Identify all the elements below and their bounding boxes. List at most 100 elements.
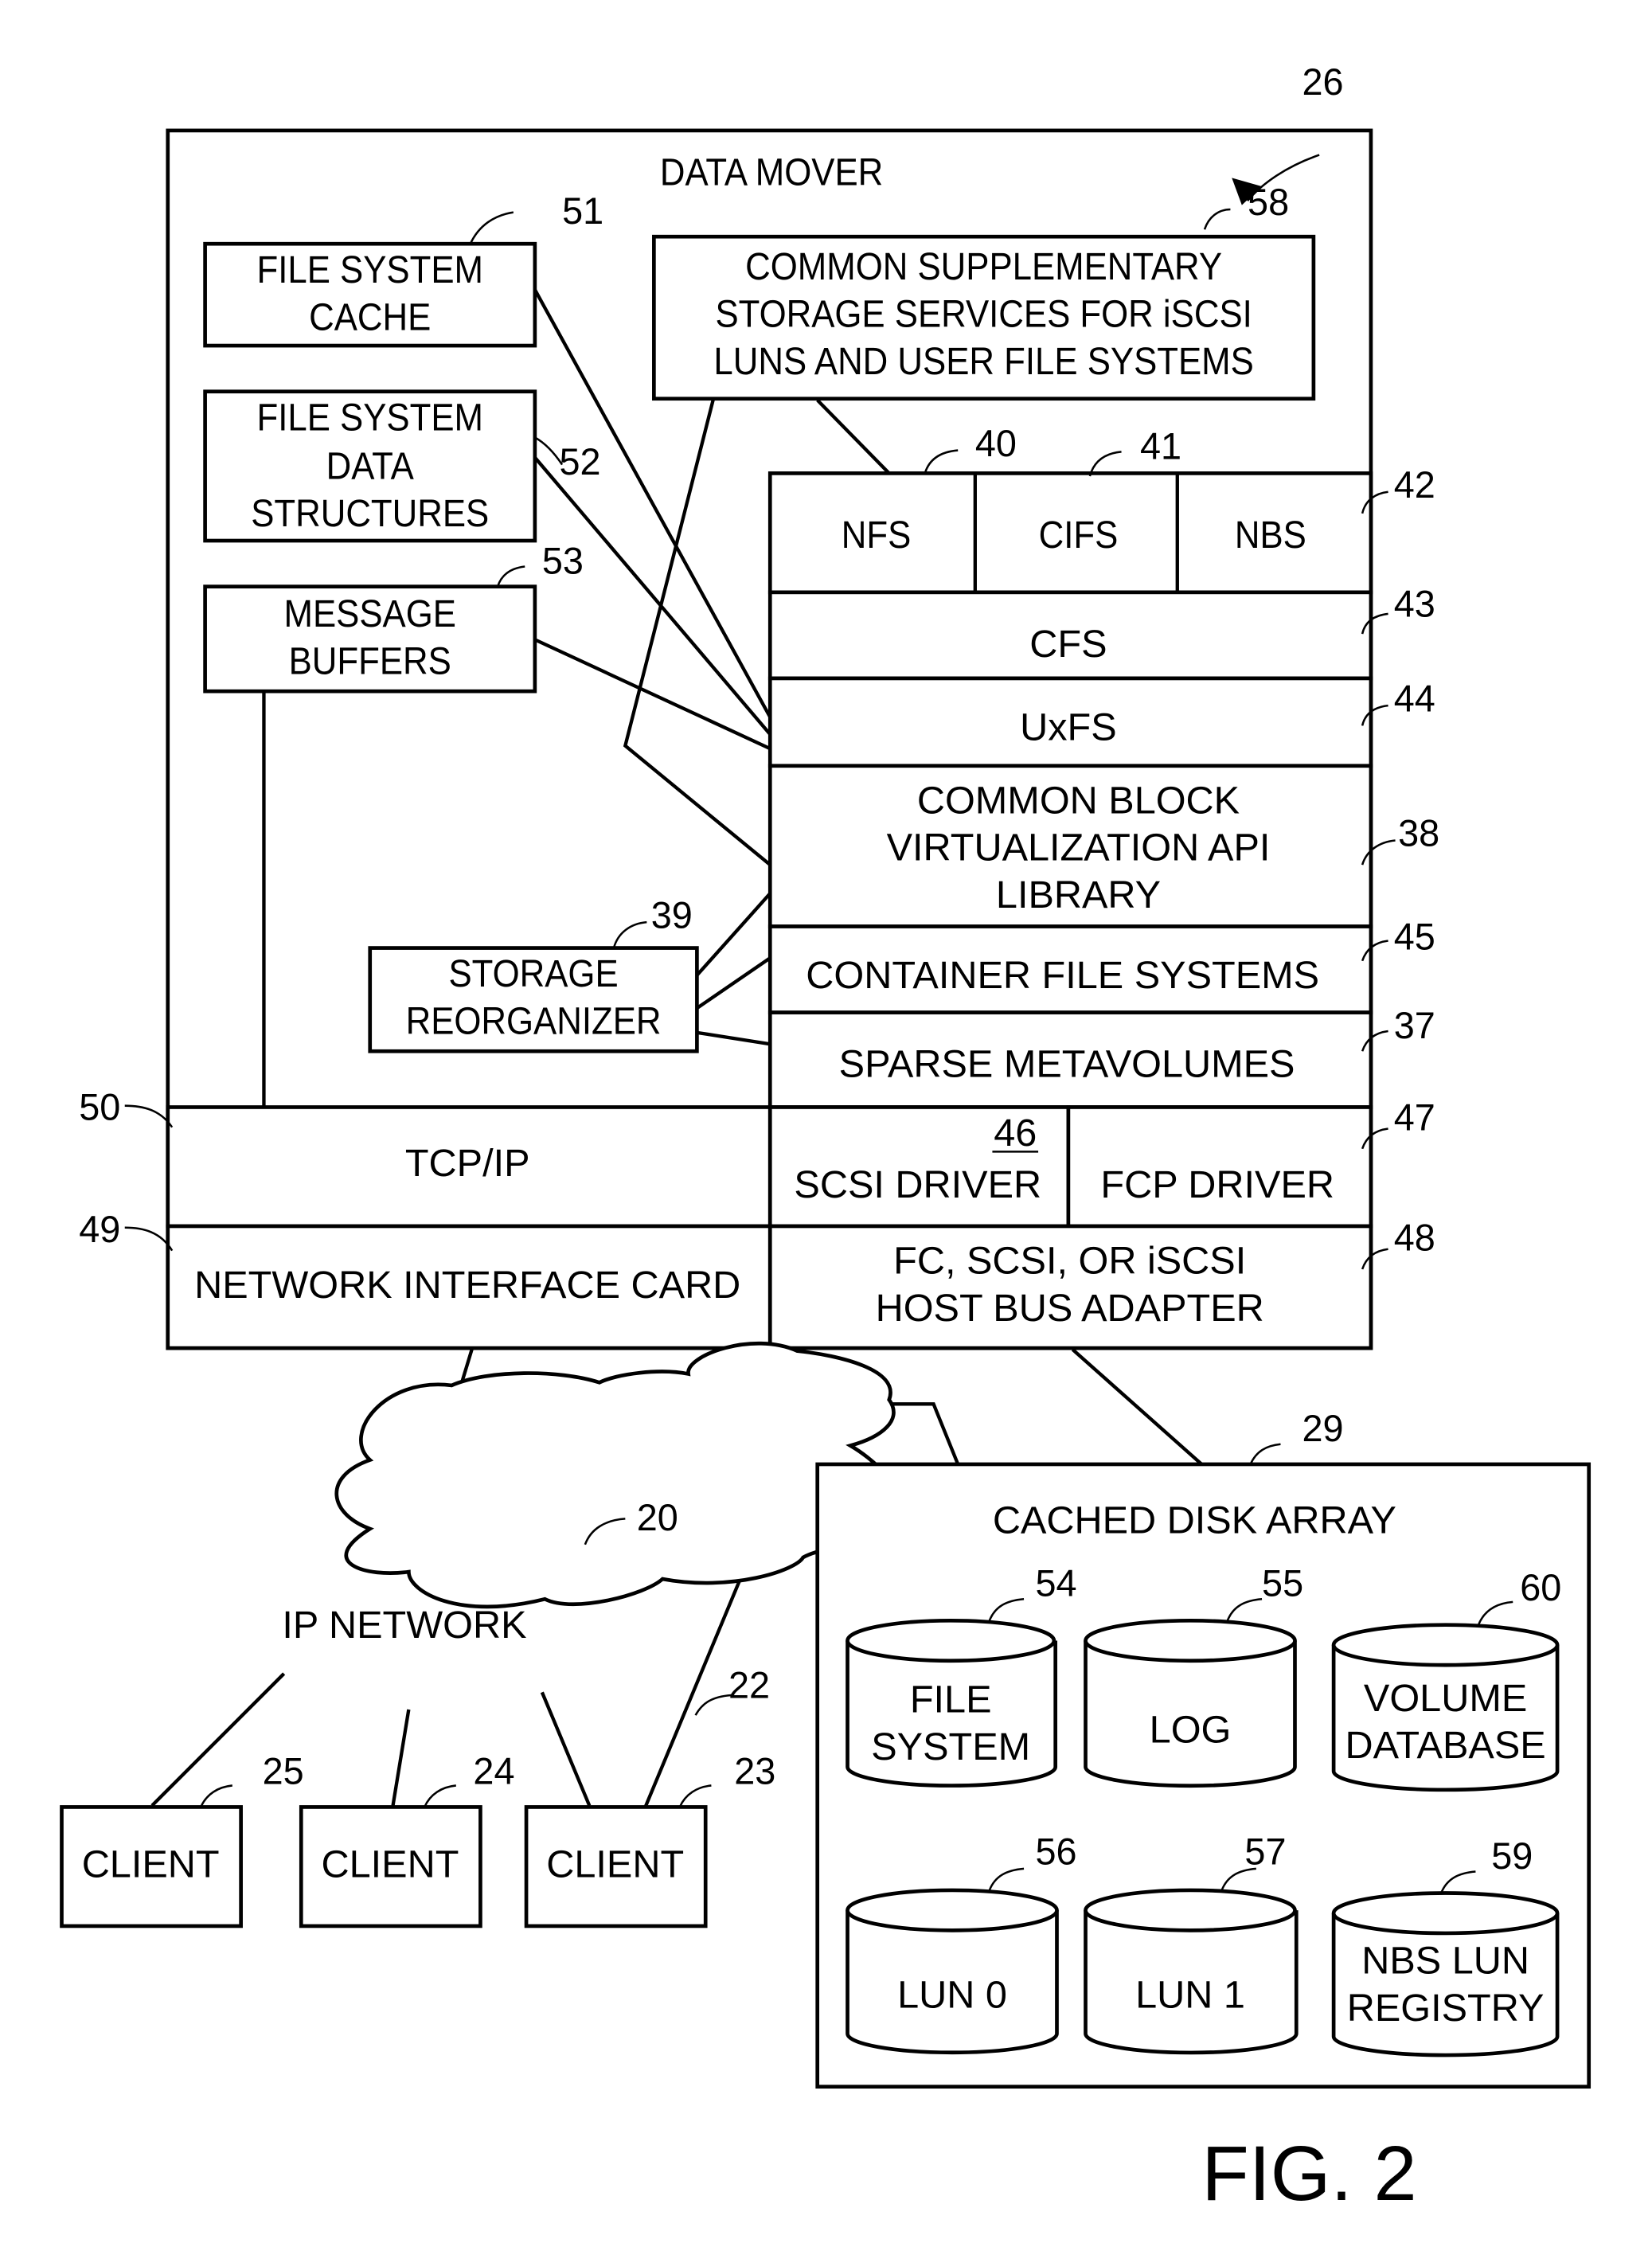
ref-56: 56: [1035, 1831, 1076, 1872]
ref-23: 23: [734, 1751, 775, 1792]
link-network-client23: [540, 1691, 592, 1807]
protocol-stack: NFS CIFS NBS 40 41 42 CFS 43 UxFS 44 COM…: [767, 423, 1439, 1109]
ref-50-leader: [124, 1104, 174, 1128]
ip-network: IP NETWORK 20: [282, 1341, 899, 1647]
ref-49: 49: [79, 1209, 120, 1250]
ref-26: 26: [1302, 61, 1343, 103]
ref-46: 46: [994, 1112, 1037, 1155]
uxfs-label: UxFS: [1020, 705, 1117, 748]
ref-59: 59: [1491, 1835, 1533, 1877]
tcpip-label: TCP/IP: [405, 1142, 530, 1185]
cached-disk-array-title: CACHED DISK ARRAY: [993, 1499, 1396, 1542]
message-buffers-line-1: MESSAGE: [284, 592, 456, 635]
client-label: CLIENT: [321, 1843, 459, 1886]
figure-label: FIG. 2: [1201, 2130, 1416, 2217]
container-fs-label: CONTAINER FILE SYSTEMS: [806, 954, 1319, 997]
ref-29: 29: [1302, 1408, 1343, 1449]
volume-line-2: REGISTRY: [1347, 1987, 1545, 2030]
cylinder-top: [1084, 1888, 1297, 1932]
supplementary-services-line-1: COMMON SUPPLEMENTARY: [745, 244, 1222, 288]
ref-22-leader: [694, 1694, 732, 1716]
volume-line-1: FILE: [910, 1678, 992, 1721]
hba-line-1: FC, SCSI, OR iSCSI: [893, 1239, 1246, 1282]
ref-44: 44: [1394, 678, 1435, 719]
ref-37: 37: [1394, 1005, 1435, 1046]
client-24: CLIENT 24: [299, 1751, 514, 1928]
cfs-label: CFS: [1029, 623, 1107, 666]
ref-49-leader: [124, 1226, 174, 1252]
cbv-api-line-2: VIRTUALIZATION API: [887, 826, 1271, 869]
ref-40: 40: [975, 423, 1017, 464]
ref-48: 48: [1394, 1217, 1435, 1259]
fsds-line-3: STRUCTURES: [251, 491, 489, 535]
ref-42: 42: [1394, 464, 1435, 506]
nic-label: NETWORK INTERFACE CARD: [194, 1264, 740, 1307]
cloud-icon: [334, 1341, 899, 1609]
volume-line-2: SYSTEM: [871, 1725, 1030, 1768]
file-system-cache-line-1: FILE SYSTEM: [256, 248, 482, 291]
message-buffers-line-2: BUFFERS: [289, 639, 451, 682]
ref-57: 57: [1244, 1831, 1286, 1872]
ref-20: 20: [637, 1497, 678, 1538]
volume-line-1: LUN 1: [1135, 1974, 1245, 2017]
ref-53: 53: [542, 540, 584, 581]
ref-22: 22: [728, 1665, 770, 1706]
ref-41: 41: [1140, 425, 1181, 467]
ref-58: 58: [1248, 182, 1289, 223]
clients: CLIENT 25 CLIENT 24 CLIENT 23: [60, 1751, 775, 1928]
ref-45: 45: [1394, 916, 1435, 957]
cylinder-top: [1084, 1618, 1297, 1663]
volume-line-1: LOG: [1150, 1708, 1232, 1751]
ref-52: 52: [559, 441, 600, 483]
ref-43: 43: [1394, 583, 1435, 624]
nfs-label: NFS: [842, 513, 912, 557]
client-label: CLIENT: [546, 1843, 684, 1886]
sparse-metavolumes-label: SPARSE METAVOLUMES: [839, 1043, 1295, 1086]
storage-reorganizer-line-1: STORAGE: [448, 952, 618, 995]
cifs-label: CIFS: [1039, 513, 1119, 557]
cached-disk-array: CACHED DISK ARRAY 29 FILE SYSTEM 54 LOG …: [815, 1408, 1591, 2089]
cylinder-top: [846, 1888, 1059, 1932]
cylinder-top: [1331, 1891, 1560, 1936]
ref-24: 24: [473, 1751, 514, 1792]
client-label: CLIENT: [82, 1843, 220, 1886]
ref-25: 25: [263, 1751, 304, 1792]
ref-51: 51: [562, 190, 603, 232]
ref-50: 50: [79, 1087, 120, 1128]
nbs-label: NBS: [1235, 513, 1306, 557]
ref-55: 55: [1262, 1563, 1303, 1604]
client-23: CLIENT 23: [524, 1751, 775, 1928]
ref-24-leader: [424, 1784, 456, 1807]
lower-rows: TCP/IP 50 46 SCSI DRIVER FCP DRIVER 47 N…: [79, 1087, 1435, 1350]
ref-25-leader: [200, 1784, 232, 1807]
patent-figure: DATA MOVER 26 FILE SYSTEM CACHE 51 FILE …: [60, 61, 1591, 2217]
data-mover-title: DATA MOVER: [660, 150, 883, 193]
ref-47: 47: [1394, 1096, 1435, 1138]
cylinder-top: [846, 1618, 1056, 1663]
volume-line-1: LUN 0: [897, 1974, 1007, 2017]
fsds-line-1: FILE SYSTEM: [256, 395, 482, 439]
ref-54: 54: [1035, 1563, 1076, 1604]
volume-line-1: VOLUME: [1364, 1677, 1527, 1720]
cylinder-top: [1331, 1623, 1560, 1667]
ref-38: 38: [1398, 813, 1439, 854]
ip-network-label: IP NETWORK: [282, 1604, 526, 1647]
supplementary-services-line-3: LUNS AND USER FILE SYSTEMS: [713, 339, 1253, 383]
ref-29-leader: [1249, 1443, 1281, 1465]
storage-reorganizer-line-2: REORGANIZER: [406, 998, 662, 1042]
cbv-api-line-3: LIBRARY: [996, 873, 1161, 916]
hba-line-2: HOST BUS ADAPTER: [876, 1287, 1264, 1330]
fcp-driver-label: FCP DRIVER: [1100, 1163, 1334, 1206]
file-system-cache-line-2: CACHE: [309, 295, 431, 338]
scsi-driver-label: SCSI DRIVER: [794, 1163, 1041, 1206]
ref-23-leader: [678, 1784, 712, 1807]
cbv-api-line-1: COMMON BLOCK: [917, 779, 1240, 822]
volume-line-2: DATABASE: [1345, 1724, 1545, 1767]
link-hba-disk-array: [1071, 1348, 1203, 1466]
ref-60: 60: [1520, 1567, 1561, 1608]
volume-line-1: NBS LUN: [1361, 1939, 1529, 1982]
link-network-client24: [391, 1709, 411, 1806]
ref-39: 39: [651, 894, 693, 936]
fsds-line-2: DATA: [326, 444, 414, 487]
supplementary-services-line-2: STORAGE SERVICES FOR iSCSI: [715, 292, 1252, 336]
